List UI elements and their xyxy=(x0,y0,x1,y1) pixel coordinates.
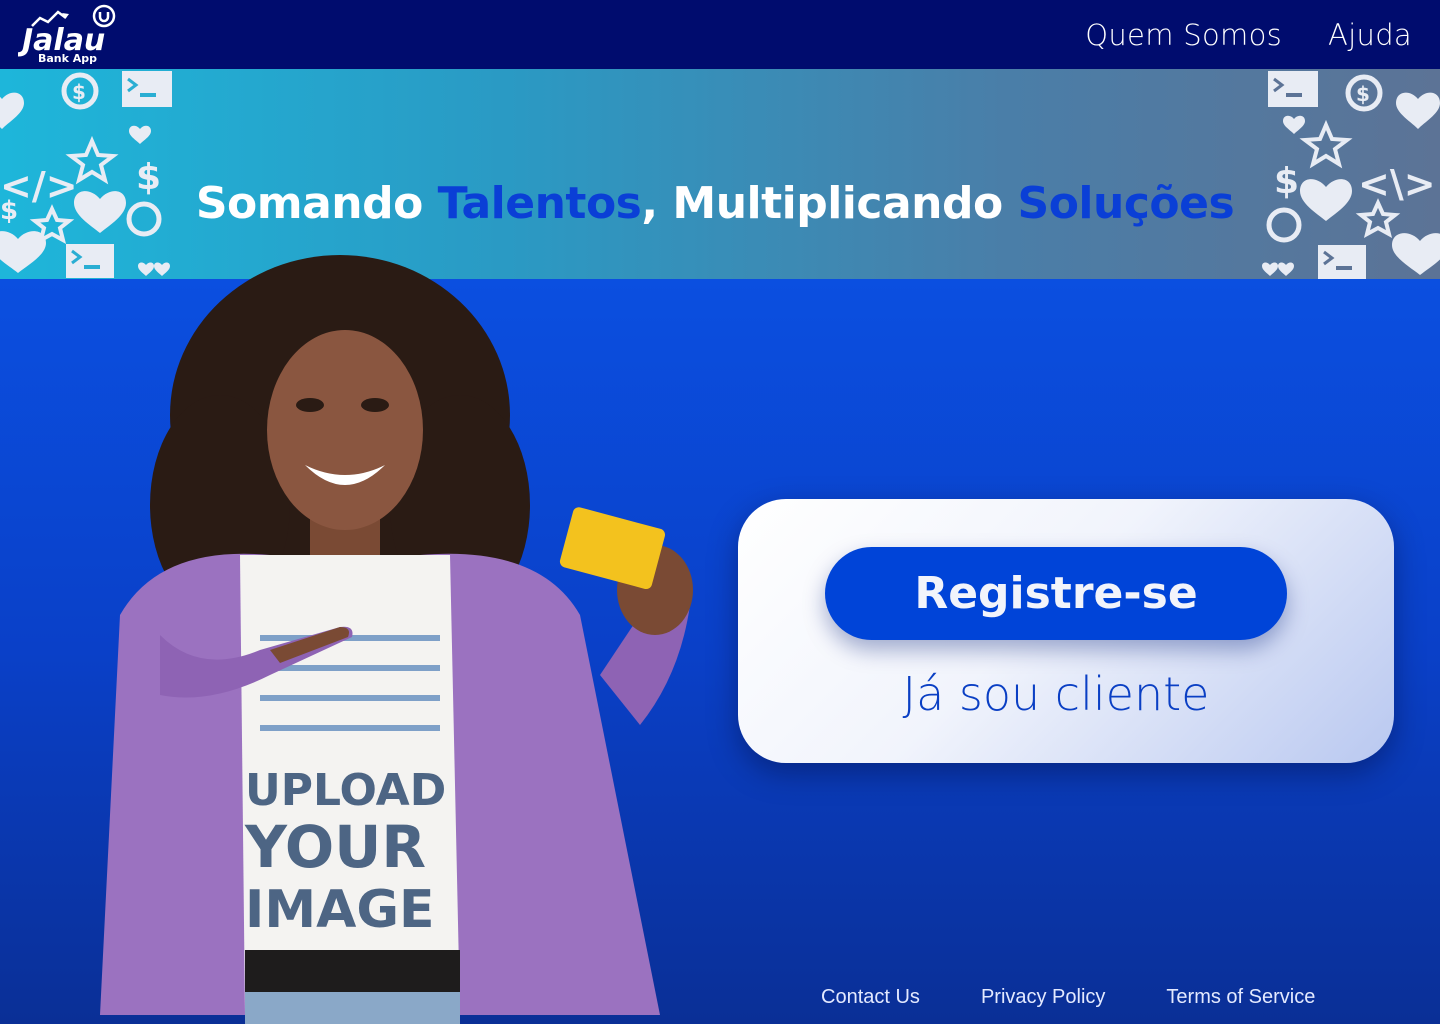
existing-client-link[interactable]: Já sou cliente xyxy=(738,667,1374,721)
credit-card-icon xyxy=(559,507,666,590)
woman-holding-card-photo: UPLOAD YOUR IMAGE xyxy=(100,255,693,1024)
footer-terms-of-service[interactable]: Terms of Service xyxy=(1166,986,1315,1009)
main-nav: Quem Somos Ajuda xyxy=(1085,0,1412,69)
jalau-logo[interactable]: Jalau Bank App xyxy=(18,4,122,64)
footer-links: Contact Us Privacy Policy Terms of Servi… xyxy=(821,986,1315,1009)
headline-part-somando: Somando xyxy=(195,177,438,229)
hero-banner: $ </> $ $ $ <\> $ Somando Talentos , Mul… xyxy=(0,69,1440,279)
logo-subtext: Bank App xyxy=(38,52,97,64)
shirt-line-image: IMAGE xyxy=(245,880,435,940)
nav-quem-somos[interactable]: Quem Somos xyxy=(1085,18,1282,52)
hero-headline: Somando Talentos , Multiplicando Soluçõe… xyxy=(0,98,1440,279)
headline-highlight-talentos: Talentos xyxy=(437,177,642,229)
shirt-line-upload: UPLOAD xyxy=(245,765,446,816)
top-navigation-bar: Jalau Bank App Quem Somos Ajuda xyxy=(0,0,1440,69)
shirt-line-your: YOUR xyxy=(244,813,426,881)
nav-ajuda[interactable]: Ajuda xyxy=(1328,18,1412,52)
cta-card: Registre-se Já sou cliente xyxy=(738,499,1394,763)
footer-privacy-policy[interactable]: Privacy Policy xyxy=(981,986,1105,1009)
footer-contact-us[interactable]: Contact Us xyxy=(821,986,920,1009)
register-button[interactable]: Registre-se xyxy=(825,547,1287,640)
headline-highlight-solucoes: Soluções xyxy=(1017,177,1235,229)
headline-part-multiplicando: , Multiplicando xyxy=(641,177,1018,229)
